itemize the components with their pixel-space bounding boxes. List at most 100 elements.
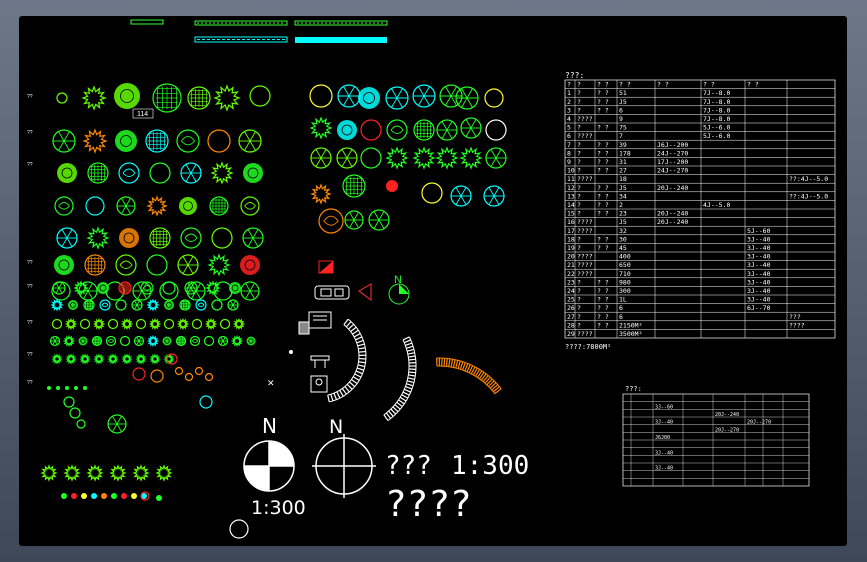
plant-symbol-icon[interactable]: [360, 147, 382, 169]
plant-symbol-icon[interactable]: [162, 281, 176, 295]
plant-symbol-icon[interactable]: [249, 85, 271, 107]
plant-symbol-icon[interactable]: [87, 162, 109, 184]
plant-symbol-icon[interactable]: [115, 130, 137, 152]
plant-symbol-icon[interactable]: [156, 495, 162, 501]
plant-symbol-icon[interactable]: [360, 119, 382, 141]
drawing-svg[interactable]: 114 ???????????????? N ✕ N 1:300 N ??? 1…: [19, 16, 847, 546]
plant-symbol-icon[interactable]: [79, 318, 91, 330]
plant-symbol-icon[interactable]: [115, 254, 137, 276]
plant-symbol-icon[interactable]: [81, 85, 107, 111]
plant-symbol-icon[interactable]: [310, 147, 332, 169]
plant-symbol-icon[interactable]: [81, 493, 87, 499]
fence-arc-1[interactable]: [327, 318, 367, 403]
plant-symbol-icon[interactable]: [336, 147, 358, 169]
plant-symbol-icon[interactable]: [219, 318, 231, 330]
plant-symbol-icon[interactable]: [93, 353, 105, 365]
plant-symbol-icon[interactable]: [211, 299, 223, 311]
plant-symbol-icon[interactable]: [203, 335, 215, 347]
plant-symbol-icon[interactable]: [318, 208, 344, 234]
plant-symbol-icon[interactable]: [159, 281, 179, 301]
plant-symbol-icon[interactable]: [386, 180, 398, 192]
plant-symbol-icon[interactable]: [210, 161, 234, 185]
plant-symbol-icon[interactable]: [101, 493, 107, 499]
plant-symbol-icon[interactable]: [187, 86, 211, 110]
plant-symbol-icon[interactable]: [107, 414, 127, 434]
plant-symbol-icon[interactable]: [131, 493, 137, 499]
plant-symbol-icon[interactable]: [116, 196, 136, 216]
car-icon[interactable]: [314, 285, 350, 300]
plant-symbol-icon[interactable]: [74, 386, 78, 390]
plant-symbol-icon[interactable]: [146, 298, 160, 312]
plant-symbol-icon[interactable]: [54, 196, 74, 216]
small-circle-icon[interactable]: [229, 519, 249, 539]
plant-symbol-icon[interactable]: [118, 281, 132, 295]
plant-symbol-icon[interactable]: [63, 396, 75, 408]
compass-large-right[interactable]: N: [312, 416, 376, 498]
plant-symbol-icon[interactable]: [86, 226, 110, 250]
plant-symbol-icon[interactable]: [455, 86, 479, 110]
plant-symbol-icon[interactable]: [99, 299, 111, 311]
plant-symbol-icon[interactable]: [57, 163, 77, 183]
plant-symbol-icon[interactable]: [109, 464, 127, 482]
plant-symbol-icon[interactable]: [180, 227, 202, 249]
plant-symbol-icon[interactable]: [150, 369, 164, 383]
plant-symbol-icon[interactable]: [439, 84, 463, 108]
plant-symbol-icon[interactable]: [230, 334, 244, 348]
plant-symbol-icon[interactable]: [91, 493, 97, 499]
plant-symbol-icon[interactable]: [163, 353, 175, 365]
plant-symbol-icon[interactable]: [227, 299, 239, 311]
plant-symbol-icon[interactable]: [238, 129, 262, 153]
plant-symbol-icon[interactable]: [65, 386, 69, 390]
plant-symbol-icon[interactable]: [61, 493, 67, 499]
plant-schedule-table[interactable]: ???: ??? ?? ?? ?? ?? ?1?? ? 51 7J--8.02?? …: [564, 71, 836, 351]
plant-symbol-icon[interactable]: [162, 336, 172, 346]
plant-symbol-icon[interactable]: [49, 335, 61, 347]
plant-symbol-icon[interactable]: [52, 129, 76, 153]
plant-symbol-icon[interactable]: [189, 335, 201, 347]
summary-table[interactable]: ???: 3J--60 3J--40 20J--240 J6J00 3J--40 20J-…: [622, 385, 810, 487]
plant-symbol-icon[interactable]: [73, 280, 89, 296]
plant-symbol-icon[interactable]: [97, 282, 109, 294]
plant-symbol-icon[interactable]: [76, 419, 86, 429]
plant-symbol-icon[interactable]: [149, 353, 161, 365]
plant-symbol-icon[interactable]: [78, 336, 88, 346]
plant-symbol-icon[interactable]: [69, 407, 81, 419]
plant-symbol-icon[interactable]: [483, 185, 505, 207]
plant-symbol-icon[interactable]: [435, 146, 459, 170]
plant-symbol-icon[interactable]: [459, 146, 483, 170]
plant-symbol-icon[interactable]: [177, 254, 199, 276]
plant-symbol-icon[interactable]: [68, 300, 78, 310]
plant-symbol-icon[interactable]: [211, 227, 233, 249]
plant-symbol-icon[interactable]: [207, 253, 231, 277]
plant-symbol-icon[interactable]: [115, 299, 127, 311]
plant-symbol-icon[interactable]: [240, 281, 260, 301]
plant-symbol-icon[interactable]: [107, 318, 119, 330]
plant-symbol-icon[interactable]: [65, 353, 77, 365]
plant-symbol-icon[interactable]: [412, 146, 436, 170]
plant-symbol-icon[interactable]: [64, 317, 78, 331]
plant-symbol-icon[interactable]: [229, 282, 241, 294]
plant-symbol-icon[interactable]: [51, 353, 63, 365]
plant-symbol-icon[interactable]: [119, 335, 131, 347]
plant-symbol-icon[interactable]: [309, 84, 333, 108]
plant-symbol-icon[interactable]: [54, 255, 74, 275]
plant-symbol-icon[interactable]: [56, 386, 60, 390]
plant-symbol-icon[interactable]: [342, 174, 366, 198]
plant-symbol-icon[interactable]: [412, 84, 436, 108]
plant-symbol-icon[interactable]: [135, 318, 147, 330]
plant-symbol-icon[interactable]: [145, 129, 169, 153]
plant-symbol-icon[interactable]: [309, 116, 333, 140]
plant-symbol-icon[interactable]: [63, 464, 81, 482]
plant-symbol-icon[interactable]: [344, 210, 364, 230]
plant-symbol-icon[interactable]: [40, 464, 58, 482]
plant-symbol-library[interactable]: [40, 83, 507, 501]
plant-symbol-icon[interactable]: [179, 197, 197, 215]
plant-symbol-icon[interactable]: [460, 117, 482, 139]
plant-symbol-icon[interactable]: [246, 336, 256, 346]
plant-symbol-icon[interactable]: [421, 182, 443, 204]
plant-symbol-icon[interactable]: [209, 196, 229, 216]
bench-icon[interactable]: [310, 375, 328, 393]
plant-symbol-icon[interactable]: [148, 317, 162, 331]
plant-symbol-icon[interactable]: [84, 254, 106, 276]
plant-symbol-icon[interactable]: [83, 299, 95, 311]
